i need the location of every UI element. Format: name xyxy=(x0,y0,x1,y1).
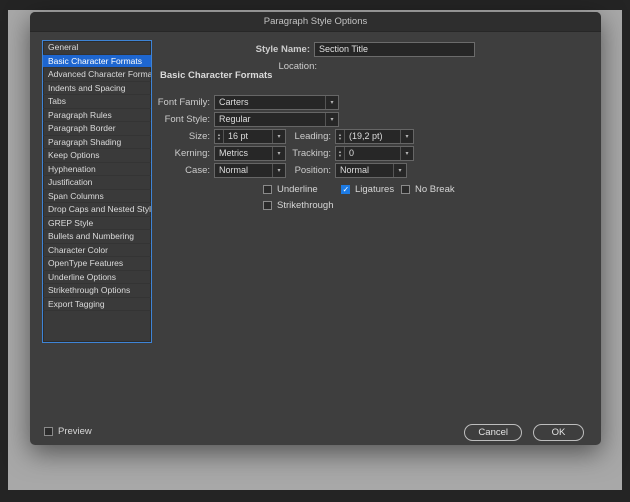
size-label: Size: xyxy=(110,130,210,143)
font-style-value: Regular xyxy=(215,113,325,126)
chevron-down-icon: ▾ xyxy=(272,147,285,160)
position-select[interactable]: Normal ▾ xyxy=(335,163,407,178)
chevron-down-icon: ▾ xyxy=(325,96,338,109)
cancel-button[interactable]: Cancel xyxy=(464,424,522,441)
section-heading: Basic Character Formats xyxy=(160,70,272,81)
chevron-down-icon: ▾ xyxy=(400,147,413,160)
sidebar-item-advanced-character-formats[interactable]: Advanced Character Formats xyxy=(43,68,151,82)
chevron-down-icon: ▾ xyxy=(400,130,413,143)
case-select[interactable]: Normal ▾ xyxy=(214,163,286,178)
sidebar-item-general[interactable]: General xyxy=(43,41,151,55)
font-family-select[interactable]: Carters ▾ xyxy=(214,95,339,110)
chevron-down-icon: ▾ xyxy=(272,130,285,143)
no-break-checkbox[interactable] xyxy=(401,185,410,194)
dialog-title: Paragraph Style Options xyxy=(30,12,601,32)
sidebar-item-strikethrough-options[interactable]: Strikethrough Options xyxy=(43,284,151,298)
font-style-select[interactable]: Regular ▾ xyxy=(214,112,339,127)
chevron-down-icon: ▾ xyxy=(393,164,406,177)
kerning-label: Kerning: xyxy=(110,147,210,160)
sidebar-item-character-color[interactable]: Character Color xyxy=(43,244,151,258)
underline-checkbox[interactable] xyxy=(263,185,272,194)
tracking-stepper[interactable]: ▲▼ 0 ▾ xyxy=(335,146,414,161)
leading-value: (19,2 pt) xyxy=(345,130,400,143)
font-family-label: Font Family: xyxy=(110,96,210,109)
preview-checkbox[interactable] xyxy=(44,427,53,436)
stepper-arrows-icon: ▲▼ xyxy=(215,130,224,143)
underline-checkbox-label: Underline xyxy=(277,184,318,195)
sidebar-item-basic-character-formats[interactable]: Basic Character Formats xyxy=(43,55,151,69)
leading-stepper[interactable]: ▲▼ (19,2 pt) ▾ xyxy=(335,129,414,144)
sidebar-item-drop-caps-and-nested-styles[interactable]: Drop Caps and Nested Styles xyxy=(43,203,151,217)
sidebar-item-underline-options[interactable]: Underline Options xyxy=(43,271,151,285)
underline-option: Underline xyxy=(263,184,318,195)
sidebar-item-justification[interactable]: Justification xyxy=(43,176,151,190)
ligatures-option: Ligatures xyxy=(341,184,394,195)
chevron-down-icon: ▾ xyxy=(272,164,285,177)
size-value: 16 pt xyxy=(224,130,272,143)
chevron-down-icon: ▾ xyxy=(325,113,338,126)
sidebar-item-indents-and-spacing[interactable]: Indents and Spacing xyxy=(43,82,151,96)
tracking-value: 0 xyxy=(345,147,400,160)
stepper-arrows-icon: ▲▼ xyxy=(336,130,345,143)
preview-checkbox-label: Preview xyxy=(58,426,92,437)
preview-option: Preview xyxy=(44,426,92,437)
ligatures-checkbox-label: Ligatures xyxy=(355,184,394,195)
strikethrough-option: Strikethrough xyxy=(263,200,334,211)
sidebar-item-grep-style[interactable]: GREP Style xyxy=(43,217,151,231)
case-value: Normal xyxy=(215,164,272,177)
font-family-value: Carters xyxy=(215,96,325,109)
no-break-checkbox-label: No Break xyxy=(415,184,455,195)
ok-button[interactable]: OK xyxy=(533,424,584,441)
position-value: Normal xyxy=(336,164,393,177)
sidebar-item-export-tagging[interactable]: Export Tagging xyxy=(43,298,151,312)
kerning-value: Metrics xyxy=(215,147,272,160)
ligatures-checkbox[interactable] xyxy=(341,185,350,194)
no-break-option: No Break xyxy=(401,184,455,195)
strikethrough-checkbox[interactable] xyxy=(263,201,272,210)
size-stepper[interactable]: ▲▼ 16 pt ▾ xyxy=(214,129,286,144)
case-label: Case: xyxy=(110,164,210,177)
paragraph-style-options-dialog: Paragraph Style Options General Basic Ch… xyxy=(30,12,601,445)
sidebar-item-bullets-and-numbering[interactable]: Bullets and Numbering xyxy=(43,230,151,244)
style-category-list: General Basic Character Formats Advanced… xyxy=(42,40,152,343)
style-name-input[interactable]: Section Title xyxy=(314,42,475,57)
sidebar-item-opentype-features[interactable]: OpenType Features xyxy=(43,257,151,271)
sidebar-item-span-columns[interactable]: Span Columns xyxy=(43,190,151,204)
kerning-select[interactable]: Metrics ▾ xyxy=(214,146,286,161)
screen: Paragraph Style Options General Basic Ch… xyxy=(0,0,630,502)
font-style-label: Font Style: xyxy=(110,113,210,126)
stepper-arrows-icon: ▲▼ xyxy=(336,147,345,160)
strikethrough-checkbox-label: Strikethrough xyxy=(277,200,334,211)
style-name-label: Style Name: xyxy=(190,43,310,56)
